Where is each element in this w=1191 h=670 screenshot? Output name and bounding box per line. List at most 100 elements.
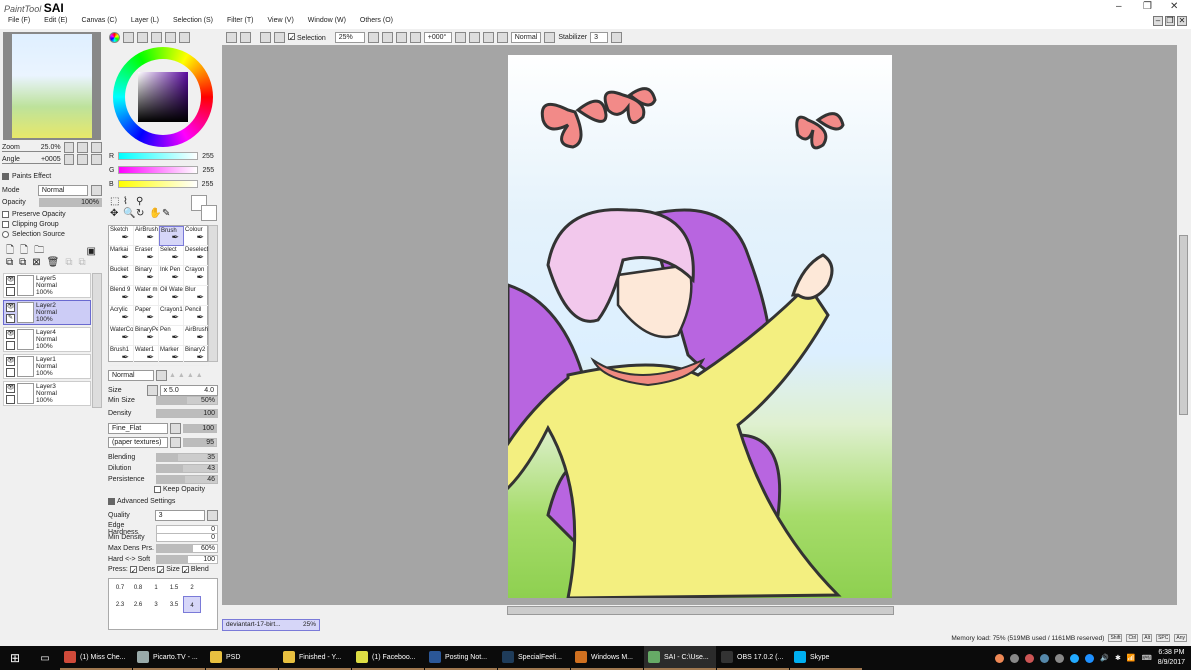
brush-size-preset[interactable]: 0.8	[129, 579, 147, 596]
hsv-slider-tab[interactable]	[137, 32, 148, 43]
size-field[interactable]: x 5.0 4.0	[159, 385, 218, 396]
menu-filter[interactable]: Filter (T)	[219, 15, 259, 29]
brush-slot[interactable]: Bucket ✒	[109, 266, 134, 286]
preserve-opacity-checkbox[interactable]: Preserve Opacity	[2, 211, 102, 218]
navigator[interactable]	[3, 32, 101, 140]
mode-dropdown[interactable]	[91, 185, 102, 196]
keyboard-icon[interactable]: ⌨	[1142, 654, 1152, 662]
brush-size-preset[interactable]: 2	[183, 579, 201, 596]
trash-icon[interactable]: 🗑	[47, 257, 60, 268]
nav-zoom-value[interactable]: 25.0%	[41, 144, 61, 151]
tray-icon[interactable]	[995, 653, 1005, 663]
zoom-field[interactable]: 25%	[334, 32, 365, 43]
lock-box[interactable]	[6, 286, 15, 296]
texture-select[interactable]: (paper textures)	[108, 437, 168, 448]
vertical-scroll-thumb[interactable]	[1179, 235, 1188, 415]
layer-item[interactable]: 👁 ✎ Layer2 Normal 100%	[3, 300, 91, 325]
brush-slot[interactable]: Marker ✒	[159, 346, 184, 366]
brush-slot[interactable]: AirBrush ✒	[184, 326, 209, 346]
canvas-minimize-button[interactable]: –	[1153, 16, 1163, 26]
brush-size-preset[interactable]: 0.7	[111, 579, 129, 596]
scratchpad-tab[interactable]	[179, 32, 190, 43]
brush-shape-select[interactable]: Fine_Flat	[108, 423, 168, 434]
blending-slider[interactable]: 35	[156, 453, 218, 462]
brush-slot[interactable]: Sketch ✒	[109, 226, 134, 246]
paint-brush-icon[interactable]: ✎	[6, 313, 15, 323]
redo-button[interactable]	[240, 32, 251, 43]
brush-slot[interactable]: Brush ✒	[159, 226, 184, 246]
density-slider[interactable]: 100	[156, 409, 218, 418]
brush-slot[interactable]: Brush1 ✒	[109, 346, 134, 366]
saturation-value-square[interactable]	[138, 72, 188, 122]
stabilizer-dropdown[interactable]	[611, 32, 623, 43]
taskbar-item[interactable]: SpecialFeeli...	[498, 646, 570, 670]
paints-effect-header[interactable]: Paints Effect	[2, 173, 102, 180]
press-dens-checkbox[interactable]: ✓	[129, 566, 137, 575]
brush-slot[interactable]: Pencil ✒	[184, 306, 209, 326]
zoom-tool-icon[interactable]: 🔍	[123, 208, 135, 219]
color-wheel[interactable]	[113, 47, 213, 147]
brush-size-preset[interactable]: 1.5	[165, 579, 183, 596]
taskbar-item[interactable]: Picarto.TV - ...	[133, 646, 205, 670]
min-density-slider[interactable]: 0	[156, 533, 218, 542]
advanced-settings-header[interactable]: Advanced Settings	[108, 498, 218, 505]
red-slider[interactable]	[118, 152, 199, 160]
brush-slot[interactable]: Select ✒	[159, 246, 184, 266]
menu-edit[interactable]: Edit (E)	[36, 15, 73, 29]
brush-slot[interactable]: Pen ✒	[159, 326, 184, 346]
hard-soft-slider[interactable]: 100	[156, 555, 218, 564]
swatches-tab[interactable]	[165, 32, 176, 43]
visibility-eye-icon[interactable]: 👁	[6, 329, 15, 339]
canvas-tab[interactable]: deviantart-17-birt... 25%	[222, 619, 320, 631]
lock-box[interactable]	[6, 394, 15, 404]
menu-selection[interactable]: Selection (S)	[165, 15, 219, 29]
rotate-left-button[interactable]	[468, 32, 480, 43]
max-dens-slider[interactable]: 60%	[156, 544, 218, 553]
brush-slot[interactable]: Oil Wate ✒	[159, 286, 184, 306]
keep-opacity-checkbox[interactable]: Keep Opacity	[108, 486, 218, 493]
angle-field[interactable]: +000°	[423, 32, 452, 43]
quality-dropdown[interactable]	[207, 510, 219, 521]
clock[interactable]: 6:38 PM 8/9/2017	[1158, 648, 1185, 668]
vertical-scrollbar[interactable]	[1177, 45, 1191, 605]
brush-size-preset[interactable]: 2.6	[129, 596, 147, 613]
deselect-button[interactable]	[260, 32, 271, 43]
brush-shape-dropdown[interactable]	[170, 423, 181, 434]
layer-item[interactable]: 👁 Layer3 Normal 100%	[3, 381, 91, 406]
lock-box[interactable]	[6, 367, 15, 377]
obs-icon[interactable]	[1055, 653, 1065, 663]
brush-slot[interactable]: Eraser ✒	[134, 246, 159, 266]
brush-size-preset[interactable]: 4	[183, 596, 201, 613]
restore-button[interactable]: ❐	[1143, 1, 1152, 12]
opacity-slider[interactable]: 100%	[39, 198, 102, 207]
copy-layer-icon[interactable]: ⧉	[6, 257, 13, 268]
brush-shape-strength[interactable]: 100	[183, 424, 217, 433]
taskbar-item[interactable]: Posting Not...	[425, 646, 497, 670]
quality-select[interactable]: 3	[154, 510, 206, 521]
taskbar-item[interactable]: OBS 17.0.2 (...	[717, 646, 789, 670]
brush-mode-select[interactable]: Normal	[108, 370, 154, 381]
brush-slot[interactable]: Markai ✒	[109, 246, 134, 266]
brush-slot[interactable]: Paper ✒	[134, 306, 159, 326]
clear-layer-icon[interactable]: ⊠	[32, 257, 40, 268]
taskbar-item[interactable]: SAI - C:\Use...	[644, 646, 716, 670]
dilution-slider[interactable]: 43	[156, 464, 218, 473]
nav-zoom-reset-button[interactable]	[91, 142, 103, 153]
visibility-eye-icon[interactable]: 👁	[6, 275, 15, 285]
brush-slot[interactable]: Blur ✒	[184, 286, 209, 306]
nav-angle-value[interactable]: +0005	[41, 156, 61, 163]
menu-layer[interactable]: Layer (L)	[123, 15, 165, 29]
lasso-icon[interactable]: ⌇	[123, 196, 135, 207]
taskbar-item[interactable]: Finished - Y...	[279, 646, 351, 670]
blend-mode-field[interactable]: Normal	[510, 32, 542, 43]
volume-icon[interactable]: 🔊	[1100, 654, 1109, 662]
zoom-in-button[interactable]	[395, 32, 407, 43]
network-icon[interactable]: 📶	[1127, 654, 1136, 662]
task-view-button[interactable]: ▭	[30, 653, 60, 664]
zoom-reset-button[interactable]	[409, 32, 421, 43]
brush-mode-dropdown[interactable]	[156, 370, 167, 381]
artwork-canvas[interactable]	[508, 55, 892, 598]
visibility-eye-icon[interactable]: 👁	[6, 302, 15, 312]
brush-slot[interactable]: Deselect ✒	[184, 246, 209, 266]
layer-item[interactable]: 👁 Layer1 Normal 100%	[3, 354, 91, 379]
